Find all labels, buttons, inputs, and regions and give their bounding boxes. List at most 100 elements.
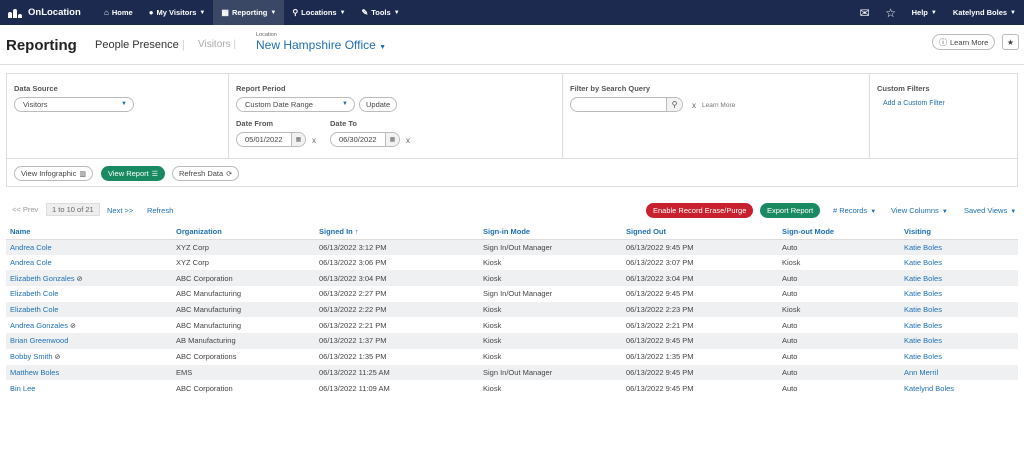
nav-reporting[interactable]: ▦ Reporting ▼ — [213, 0, 285, 25]
cell-visiting-text[interactable]: Katelynd Boles — [904, 384, 954, 393]
cell-signed-out-text: 06/13/2022 1:35 PM — [626, 352, 694, 362]
calendar-icon[interactable]: ▦ — [385, 133, 399, 146]
search-icon[interactable]: ⚲ — [666, 98, 682, 111]
location-selector[interactable]: New Hampshire Office ▼ — [256, 38, 386, 52]
cell-name-text[interactable]: Elizabeth Gonzales — [10, 274, 75, 283]
table-row: Andrea Gonzales ⊘ ABC Manufacturing 06/13/2… — [6, 317, 1018, 333]
cell-visiting-text[interactable]: Katie Boles — [904, 321, 942, 330]
learn-more-button[interactable]: ⓘ Learn More — [932, 34, 996, 50]
date-from-input[interactable]: 05/01/2022 ▦ — [236, 132, 306, 147]
cell-visiting[interactable]: Katie Boles — [900, 349, 1018, 365]
report-period-select[interactable]: Custom Date Range ▼ — [236, 97, 355, 112]
enable-record-erase-button[interactable]: Enable Record Erase/Purge — [646, 203, 754, 218]
cell-sign-out-mode-text: Auto — [782, 336, 798, 346]
favorite-button[interactable]: ★ — [1002, 34, 1019, 50]
table-row: Andrea Cole XYZ Corp 06/13/2022 3:12 PM Sig… — [6, 239, 1018, 255]
cell-visiting[interactable]: Katelynd Boles — [900, 380, 1018, 396]
clear-search-icon[interactable]: x — [692, 101, 696, 110]
cell-name[interactable]: Brian Greenwood — [6, 333, 172, 349]
add-custom-filter-link[interactable]: Add a Custom Filter — [883, 100, 945, 107]
cell-visiting[interactable]: Katie Boles — [900, 301, 1018, 318]
column-header-signed-out[interactable]: Signed Out — [622, 224, 778, 240]
chevron-down-icon: ▼ — [342, 101, 348, 107]
tab-people-presence[interactable]: People Presence | — [95, 39, 185, 51]
cell-visiting[interactable]: Ann Merril — [900, 364, 1018, 381]
cell-name-text[interactable]: Andrea Gonzales — [10, 321, 68, 330]
cell-name[interactable]: Elizabeth Cole — [6, 301, 172, 318]
saved-views-dropdown[interactable]: Saved Views ▼ — [964, 206, 1016, 215]
cell-name-text[interactable]: Andrea Cole — [10, 258, 52, 267]
cell-signed-out: 06/13/2022 3:07 PM — [622, 255, 778, 271]
view-columns-dropdown[interactable]: View Columns ▼ — [891, 206, 948, 215]
nav-home[interactable]: ⌂ Home — [96, 0, 141, 25]
refresh-data-button[interactable]: Refresh Data ⟳ — [172, 166, 240, 181]
clear-date-from-icon[interactable]: x — [312, 136, 316, 145]
search-filter-label: Filter by Search Query — [570, 84, 651, 93]
refresh-link[interactable]: Refresh — [147, 206, 173, 215]
update-button[interactable]: Update — [359, 97, 398, 112]
mail-icon[interactable]: ✉ — [852, 6, 878, 20]
search-learn-more-link[interactable]: Learn More — [702, 102, 735, 109]
next-page-link[interactable]: Next >> — [107, 206, 133, 215]
records-dropdown[interactable]: # Records ▼ — [833, 206, 876, 215]
cell-name-text[interactable]: Bin Lee — [10, 384, 35, 393]
cell-name[interactable]: Andrea Cole — [6, 239, 172, 255]
report-period-value: Custom Date Range — [245, 100, 313, 109]
cell-name-text[interactable]: Brian Greenwood — [10, 336, 68, 345]
cell-organization: AB Manufacturing — [172, 333, 315, 349]
cell-visiting[interactable]: Katie Boles — [900, 333, 1018, 349]
nav-help[interactable]: Help ▼ — [904, 0, 945, 25]
cell-visiting[interactable]: Katie Boles — [900, 317, 1018, 333]
cell-visiting[interactable]: Katie Boles — [900, 239, 1018, 255]
cell-visiting-text[interactable]: Katie Boles — [904, 305, 942, 314]
cell-visiting-text[interactable]: Ann Merril — [904, 368, 938, 377]
nav-user-menu[interactable]: Katelynd Boles ▼ — [945, 0, 1024, 25]
cell-name[interactable]: Bobby Smith ⊘ — [6, 349, 172, 365]
cell-visiting-text[interactable]: Katie Boles — [904, 243, 942, 252]
nav-my-visitors[interactable]: ● My Visitors ▼ — [141, 0, 214, 25]
nav-locations[interactable]: ⚲ Locations ▼ — [284, 0, 353, 25]
cell-name-text[interactable]: Elizabeth Cole — [10, 289, 58, 298]
column-header-sign-out-mode[interactable]: Sign-out Mode — [778, 224, 900, 240]
column-header-name[interactable]: Name — [6, 224, 172, 240]
cell-name-text[interactable]: Matthew Boles — [10, 368, 59, 377]
cell-visiting[interactable]: Katie Boles — [900, 286, 1018, 302]
cell-visiting-text[interactable]: Katie Boles — [904, 336, 942, 345]
cell-name[interactable]: Bin Lee — [6, 380, 172, 396]
cell-name[interactable]: Matthew Boles — [6, 364, 172, 381]
cell-visiting[interactable]: Katie Boles — [900, 270, 1018, 287]
view-report-button[interactable]: View Report ☰ — [101, 166, 165, 181]
cell-visiting-text[interactable]: Katie Boles — [904, 274, 942, 283]
cell-sign-out-mode: Auto — [778, 317, 900, 333]
cell-name[interactable]: Elizabeth Cole — [6, 286, 172, 302]
tab-visitors[interactable]: Visitors | — [198, 39, 236, 50]
data-source-select[interactable]: Visitors ▼ — [14, 97, 134, 112]
column-header-signed-in[interactable]: Signed In ↑ — [315, 224, 479, 240]
column-header-sign-in-mode[interactable]: Sign-in Mode — [479, 224, 622, 240]
clear-date-to-icon[interactable]: x — [406, 136, 410, 145]
export-report-button[interactable]: Export Report — [760, 203, 821, 218]
banned-icon: ⊘ — [76, 275, 83, 283]
cell-signed-in: 06/13/2022 2:27 PM — [315, 286, 479, 302]
view-infographic-button[interactable]: View Infographic ▥ — [14, 166, 93, 181]
column-header-visiting[interactable]: Visiting — [900, 224, 1018, 240]
nav-tools[interactable]: ✎ Tools ▼ — [354, 0, 408, 25]
cell-visiting-text[interactable]: Katie Boles — [904, 258, 942, 267]
cell-name[interactable]: Elizabeth Gonzales ⊘ — [6, 270, 172, 287]
star-icon[interactable]: ☆ — [878, 6, 904, 20]
app-brand[interactable]: OnLocation — [0, 7, 96, 18]
prev-page-link[interactable]: << Prev — [12, 205, 38, 214]
cell-name-text[interactable]: Elizabeth Cole — [10, 305, 58, 314]
cell-visiting[interactable]: Katie Boles — [900, 255, 1018, 271]
column-header-organization[interactable]: Organization — [172, 224, 315, 240]
custom-filters-section: Custom Filters Add a Custom Filter — [870, 74, 1017, 158]
search-input[interactable]: ⚲ — [570, 97, 683, 112]
calendar-icon[interactable]: ▦ — [291, 133, 305, 146]
cell-name-text[interactable]: Andrea Cole — [10, 243, 52, 252]
date-to-input[interactable]: 06/30/2022 ▦ — [330, 132, 400, 147]
cell-name[interactable]: Andrea Cole — [6, 255, 172, 271]
cell-name-text[interactable]: Bobby Smith — [10, 352, 53, 361]
cell-name[interactable]: Andrea Gonzales ⊘ — [6, 317, 172, 333]
cell-visiting-text[interactable]: Katie Boles — [904, 352, 942, 361]
cell-visiting-text[interactable]: Katie Boles — [904, 289, 942, 298]
